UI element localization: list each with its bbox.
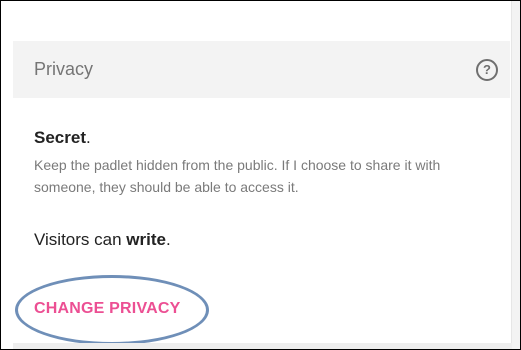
visitors-permission: Visitors can write. <box>34 230 171 250</box>
top-strip <box>1 1 520 21</box>
privacy-header: Privacy ? <box>13 41 510 98</box>
privacy-panel-frame: Privacy ? Secret. Keep the padlet hidden… <box>0 0 521 350</box>
visitors-permission-value: write <box>126 230 166 249</box>
privacy-mode-suffix: . <box>85 128 91 147</box>
bottom-divider <box>13 343 512 349</box>
privacy-mode-description: Keep the padlet hidden from the public. … <box>34 157 441 195</box>
change-privacy-button[interactable]: CHANGE PRIVACY <box>34 300 181 318</box>
visitors-suffix: . <box>165 230 171 249</box>
privacy-title: Privacy <box>34 59 94 79</box>
privacy-details: Secret. Keep the padlet hidden from the … <box>34 128 504 198</box>
help-circle-icon[interactable]: ? <box>476 58 498 81</box>
visitors-prefix: Visitors can <box>34 230 127 249</box>
privacy-mode: Secret. <box>34 128 504 148</box>
scrollbar-edge[interactable] <box>511 1 520 349</box>
privacy-mode-label: Secret <box>34 128 86 147</box>
